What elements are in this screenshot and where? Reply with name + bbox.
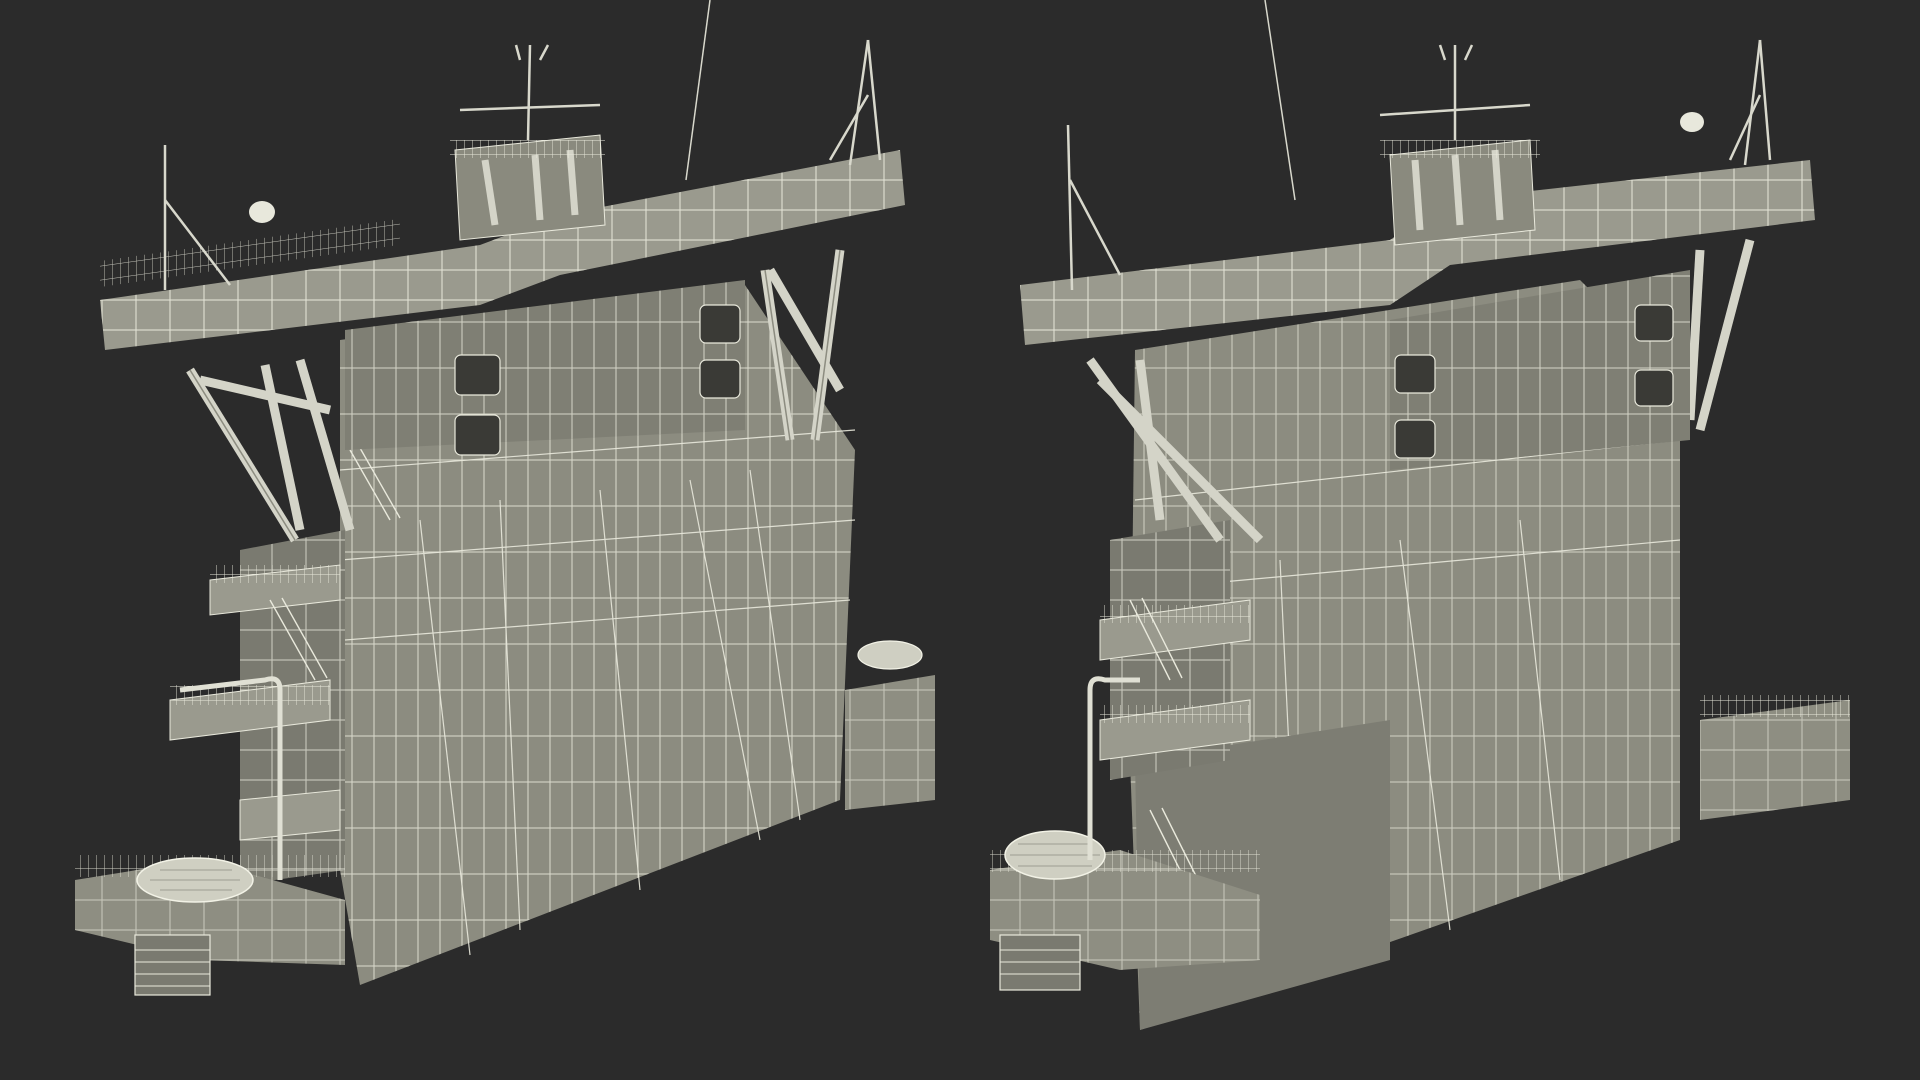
render-canvas	[0, 0, 1920, 1080]
right-bridge	[1380, 139, 1540, 246]
left-radome	[249, 201, 275, 223]
render-viewport	[0, 0, 1920, 1080]
left-rescue-boat	[857, 640, 923, 670]
right-radome	[1680, 112, 1704, 132]
left-bridge	[450, 134, 606, 241]
